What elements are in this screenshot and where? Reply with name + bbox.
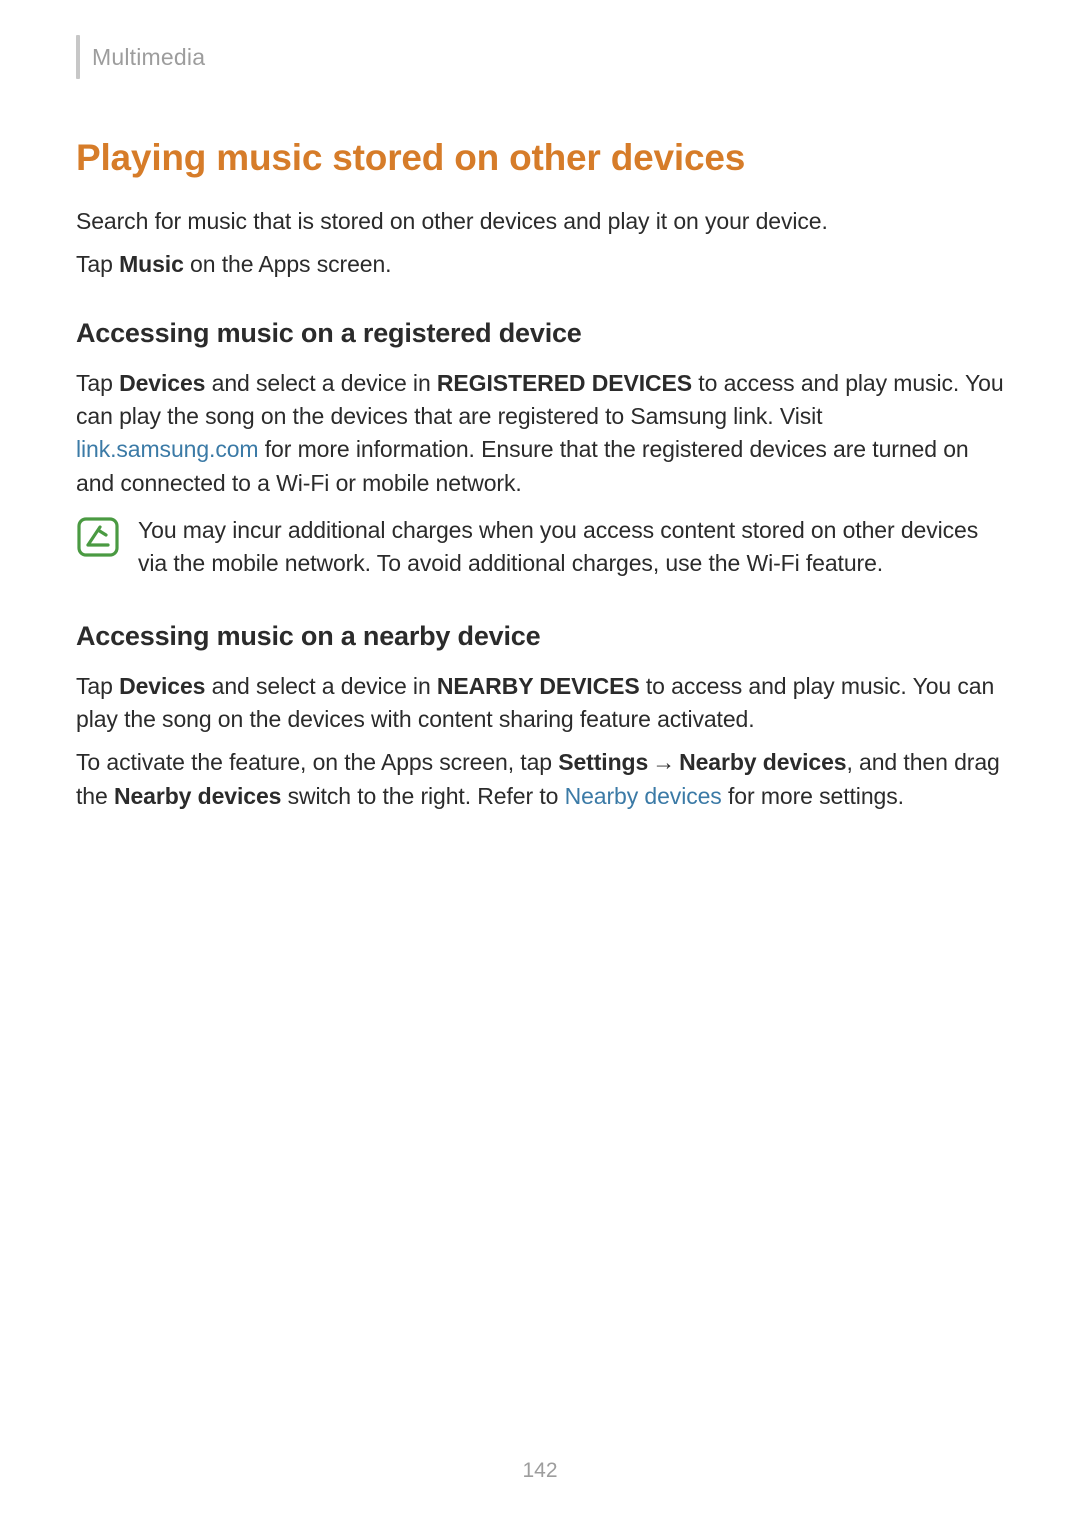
bold-text: Settings (558, 749, 648, 775)
intro-paragraph-2: Tap Music on the Apps screen. (76, 248, 1004, 281)
bold-text: Music (119, 251, 184, 277)
bold-text: Nearby devices (114, 783, 281, 809)
text: Tap (76, 251, 119, 277)
note-text: You may incur additional charges when yo… (138, 514, 1004, 581)
text: switch to the right. Refer to (281, 783, 564, 809)
text: on the Apps screen. (184, 251, 392, 277)
page-title: Playing music stored on other devices (76, 137, 1004, 179)
breadcrumb: Multimedia (92, 44, 205, 71)
section2-paragraph-1: Tap Devices and select a device in NEARB… (76, 670, 1004, 737)
note-callout: You may incur additional charges when yo… (76, 514, 1004, 581)
text: To activate the feature, on the Apps scr… (76, 749, 558, 775)
text: for more settings. (722, 783, 904, 809)
text: Tap (76, 370, 119, 396)
note-icon (76, 516, 120, 563)
bold-text: Devices (119, 673, 205, 699)
section1-paragraph: Tap Devices and select a device in REGIS… (76, 367, 1004, 500)
link-nearby-devices[interactable]: Nearby devices (565, 783, 722, 809)
section-registered-device: Accessing music on a registered device T… (76, 318, 1004, 581)
page-number: 142 (0, 1459, 1080, 1483)
section-heading: Accessing music on a nearby device (76, 621, 1004, 652)
bold-text: Nearby devices (679, 749, 846, 775)
page-header: Multimedia (76, 35, 1004, 79)
document-page: Multimedia Playing music stored on other… (0, 0, 1080, 1527)
intro-paragraph-1: Search for music that is stored on other… (76, 205, 1004, 238)
text: Tap (76, 673, 119, 699)
section2-paragraph-2: To activate the feature, on the Apps scr… (76, 746, 1004, 813)
section-heading: Accessing music on a registered device (76, 318, 1004, 349)
bold-text: REGISTERED DEVICES (437, 370, 692, 396)
section-nearby-device: Accessing music on a nearby device Tap D… (76, 621, 1004, 813)
text: and select a device in (205, 370, 437, 396)
bold-text: Devices (119, 370, 205, 396)
bold-text: NEARBY DEVICES (437, 673, 640, 699)
header-rule (76, 35, 80, 79)
link-samsung[interactable]: link.samsung.com (76, 436, 258, 462)
text: and select a device in (205, 673, 437, 699)
arrow-icon: → (648, 749, 679, 775)
